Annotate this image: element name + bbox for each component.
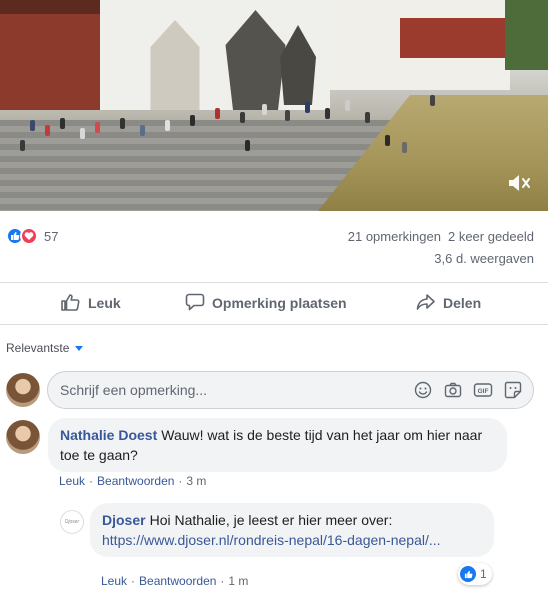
comment-sort-label: Relevantste — [6, 341, 70, 355]
video-person — [430, 95, 435, 106]
love-reaction-icon — [20, 227, 38, 245]
camera-icon[interactable] — [443, 380, 463, 400]
video-person — [245, 140, 250, 151]
reply-text: Hoi Nathalie, je leest er hier meer over… — [149, 512, 393, 528]
comment-author[interactable]: Nathalie Doest — [60, 427, 157, 443]
reply-bubble: Djoser Hoi Nathalie, je leest er hier mee… — [90, 503, 494, 557]
like-button[interactable]: Leuk — [61, 283, 121, 323]
video-person — [95, 122, 100, 133]
reply-avatar[interactable]: Djoser — [60, 510, 84, 534]
reaction-count: 57 — [44, 228, 59, 244]
comment-sort-dropdown[interactable]: Relevantste — [6, 341, 84, 355]
video-person — [45, 125, 50, 136]
separator-dot: · — [220, 574, 225, 588]
reply-timestamp[interactable]: 1 m — [228, 574, 248, 588]
separator-dot: · — [131, 574, 136, 588]
comment-meta: Leuk · Beantwoorden · 3 m — [59, 474, 206, 488]
reply-like-link[interactable]: Leuk — [101, 574, 127, 588]
reactions-summary[interactable]: 57 — [6, 227, 58, 245]
thumbs-up-icon — [61, 293, 88, 314]
video-person — [190, 115, 195, 126]
comment-reply-link[interactable]: Beantwoorden — [97, 474, 174, 488]
comment-bubble: Nathalie Doest Wauw! wat is de beste tijd… — [48, 418, 507, 472]
share-button[interactable]: Delen — [416, 283, 481, 323]
video-building-left — [0, 0, 100, 110]
view-count: 3,6 d. weergaven — [434, 251, 534, 266]
video-building-right-balcony — [400, 18, 505, 58]
separator-dot: · — [89, 474, 94, 488]
comment-icon — [185, 293, 212, 314]
comment-button[interactable]: Opmerking plaatsen — [185, 283, 347, 323]
video-player[interactable] — [0, 0, 548, 211]
video-person — [20, 140, 25, 151]
video-person — [120, 118, 125, 129]
video-person — [30, 120, 35, 131]
reply-reply-link[interactable]: Beantwoorden — [139, 574, 216, 588]
reply-author[interactable]: Djoser — [102, 512, 146, 528]
video-person — [325, 108, 330, 119]
video-person — [240, 112, 245, 123]
current-user-avatar[interactable] — [6, 373, 40, 407]
video-person — [385, 135, 390, 146]
share-button-label: Delen — [443, 295, 482, 311]
video-trees — [505, 0, 548, 70]
like-reaction-icon — [460, 566, 476, 582]
post-stats-bar: 57 21 opmerkingen 2 keer gedeeld 3,6 d. w… — [0, 211, 548, 283]
video-person — [365, 112, 370, 123]
comment-button-label: Opmerking plaatsen — [212, 295, 347, 311]
sticker-icon[interactable] — [503, 380, 523, 400]
speaker-muted-icon[interactable] — [506, 172, 532, 194]
video-building-left-roof — [0, 0, 110, 14]
comment-composer: GIF — [47, 371, 534, 409]
video-person — [345, 100, 350, 111]
composer-icons: GIF — [413, 380, 523, 400]
video-person — [60, 118, 65, 129]
video-person — [262, 104, 267, 115]
video-person — [80, 128, 85, 139]
share-count[interactable]: 2 keer gedeeld — [448, 229, 534, 244]
post-actions-bar: Leuk Opmerking plaatsen Delen — [0, 283, 548, 325]
comment-timestamp[interactable]: 3 m — [186, 474, 206, 488]
svg-text:GIF: GIF — [478, 388, 489, 395]
reply-avatar-logo-text: Djoser — [64, 519, 80, 525]
like-button-label: Leuk — [88, 295, 121, 311]
reply-link[interactable]: https://www.djoser.nl/rondreis-nepal/16-… — [102, 532, 441, 548]
emoji-icon[interactable] — [413, 380, 433, 400]
video-person — [165, 120, 170, 131]
comment-count[interactable]: 21 opmerkingen — [348, 229, 441, 244]
comments-shares-summary: 21 opmerkingen 2 keer gedeeld — [348, 229, 534, 244]
video-person — [285, 110, 290, 121]
reply-like-badge[interactable]: 1 — [458, 563, 492, 585]
video-person — [305, 102, 310, 113]
comment-input[interactable] — [60, 382, 390, 398]
reply-like-count: 1 — [480, 567, 487, 581]
reply-meta: Leuk · Beantwoorden · 1 m — [101, 574, 248, 588]
commenter-avatar[interactable] — [6, 420, 40, 454]
video-person — [402, 142, 407, 153]
share-arrow-icon — [416, 293, 443, 314]
comment-like-link[interactable]: Leuk — [59, 474, 85, 488]
video-person — [140, 125, 145, 136]
video-person — [215, 108, 220, 119]
caret-down-icon — [75, 345, 84, 351]
separator-dot: · — [178, 474, 183, 488]
gif-icon[interactable]: GIF — [473, 380, 493, 400]
